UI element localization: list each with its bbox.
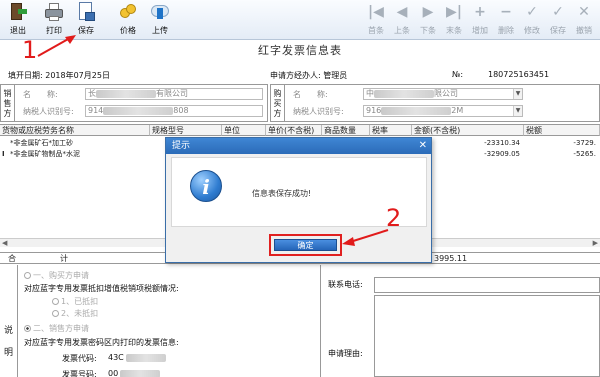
- buyer-name-field[interactable]: 中限公司 ▼: [363, 88, 523, 100]
- buyer-tax-label: 纳税人识别号:: [293, 107, 344, 116]
- radio-selected-icon: [24, 325, 31, 332]
- buyer-question: 对应蓝字专用发票抵扣增值税销项税额情况:: [24, 284, 179, 293]
- total-value: 3995.11: [434, 254, 468, 263]
- radio-icon: [52, 298, 59, 305]
- invoice-code-label: 发票代码:: [62, 354, 97, 363]
- invoice-code-value: 43C: [108, 353, 166, 362]
- description-section: 说明 一、购买方申请 对应蓝字专用发票抵扣增值税销项税额情况: 1、已抵扣 2、…: [0, 265, 600, 377]
- row-cursor-marker: I: [2, 150, 5, 158]
- ok-button[interactable]: 确定: [274, 239, 337, 251]
- x-icon: ✕: [578, 4, 590, 20]
- seller-section: 销售方 名 称: 长有限公司 纳税人识别号: 914 808: [0, 84, 268, 122]
- col-header-name[interactable]: 货物或应税劳务名称: [0, 125, 150, 136]
- seller-name-label: 名 称:: [23, 90, 58, 99]
- annotation-arrow-2: [342, 229, 389, 246]
- info-icon: i: [190, 170, 222, 202]
- chevron-down-icon[interactable]: ▼: [513, 89, 522, 99]
- radio-icon: [52, 310, 59, 317]
- reason-label: 申请理由:: [328, 349, 363, 358]
- save-button[interactable]: 保存: [70, 2, 102, 38]
- scroll-left-icon[interactable]: ◀: [2, 239, 7, 248]
- total-label-a: 合: [8, 254, 16, 263]
- seller-side-label: 销售方: [1, 85, 15, 121]
- handler: 申请方经办人: 管理员: [270, 71, 348, 80]
- first-icon: |◀: [368, 4, 384, 20]
- radio-icon: [24, 272, 31, 279]
- number-label: №:: [452, 70, 464, 79]
- coins-icon: [118, 2, 138, 22]
- annotation-step-2: 2: [386, 204, 402, 232]
- dialog-title: 提示: [166, 138, 431, 154]
- buyer-apply-option[interactable]: 一、购买方申请: [24, 270, 89, 281]
- chevron-down-icon[interactable]: ▼: [513, 106, 522, 116]
- minus-icon: −: [500, 4, 512, 20]
- reason-field[interactable]: [374, 295, 600, 377]
- check-icon: ✓: [526, 4, 538, 20]
- total-label-b: 计: [60, 254, 68, 263]
- page-title: 红字发票信息表: [258, 44, 342, 57]
- buyer-section: 购买方 名 称: 中限公司 ▼ 纳税人识别号: 916 2M ▼: [270, 84, 600, 122]
- seller-tax-label: 纳税人识别号:: [23, 107, 74, 116]
- contact-label: 联系电话:: [328, 280, 363, 289]
- plus-icon: +: [474, 4, 486, 20]
- col-header-tax[interactable]: 税额: [524, 125, 600, 136]
- col-header-unit[interactable]: 单位: [222, 125, 266, 136]
- row-tax: -3729.: [573, 139, 596, 147]
- invoice-number-value: 00: [108, 369, 161, 377]
- last-icon: ▶|: [446, 4, 462, 20]
- row-name: *非金属矿物制品*水泥: [10, 150, 80, 158]
- dialog-message: 信息表保存成功!: [252, 189, 312, 198]
- ok-button-highlight: 确定: [269, 234, 342, 256]
- deducted-option[interactable]: 1、已抵扣: [52, 296, 98, 307]
- col-header-price[interactable]: 单价(不含税): [266, 125, 322, 136]
- row-name: *非金属矿石*加工砂: [10, 139, 73, 147]
- contact-field[interactable]: [374, 277, 600, 293]
- buyer-side-label: 购买方: [271, 85, 285, 121]
- exit-icon: [8, 2, 28, 22]
- seller-apply-option[interactable]: 二、销售方申请: [24, 323, 89, 334]
- row-tax: -5265.: [573, 150, 596, 158]
- col-header-spec[interactable]: 规格型号: [150, 125, 222, 136]
- save-success-dialog: 提示 ✕ i 信息表保存成功! 确定: [165, 137, 432, 263]
- buyer-name-label: 名 称:: [293, 90, 328, 99]
- prev-icon: ◀: [396, 4, 408, 20]
- not-deducted-option[interactable]: 2、未抵扣: [52, 308, 98, 319]
- col-header-amount[interactable]: 金额(不含税): [412, 125, 524, 136]
- check-save-icon: ✓: [552, 4, 564, 20]
- upload-button[interactable]: 上传: [144, 2, 176, 38]
- price-button[interactable]: 价格: [112, 2, 144, 38]
- invoice-window: 退出 打印 保存 价格 上传 |◀ 首条 ◀ 上条 ▶ 下条 ▶| 末条 + 增…: [0, 0, 600, 377]
- number-value: 180725163451: [488, 70, 550, 79]
- close-icon[interactable]: ✕: [419, 138, 427, 154]
- save-icon: [76, 2, 96, 22]
- print-button[interactable]: 打印: [38, 2, 70, 38]
- fill-date: 填开日期: 2018年07月25日: [8, 71, 110, 80]
- invoice-number-label: 发票号码:: [62, 370, 97, 377]
- description-side-label: 说明: [0, 265, 18, 377]
- printer-icon: [44, 2, 64, 22]
- scroll-right-icon[interactable]: ▶: [593, 239, 598, 248]
- seller-question: 对应蓝字专用发票密码区内打印的发票信息:: [24, 338, 179, 347]
- seller-tax-field[interactable]: 914 808: [85, 105, 263, 117]
- col-header-qty[interactable]: 商品数量: [322, 125, 370, 136]
- next-icon: ▶: [422, 4, 434, 20]
- seller-name-field[interactable]: 长有限公司: [85, 88, 263, 100]
- buyer-tax-field[interactable]: 916 2M ▼: [363, 105, 523, 117]
- upload-icon: [150, 2, 170, 22]
- cancel-button[interactable]: ✕ 撤销: [568, 2, 600, 38]
- col-header-rate[interactable]: 税率: [370, 125, 412, 136]
- exit-button[interactable]: 退出: [2, 2, 34, 38]
- toolbar: 退出 打印 保存 价格 上传 |◀ 首条 ◀ 上条 ▶ 下条 ▶| 末条 + 增…: [0, 0, 600, 40]
